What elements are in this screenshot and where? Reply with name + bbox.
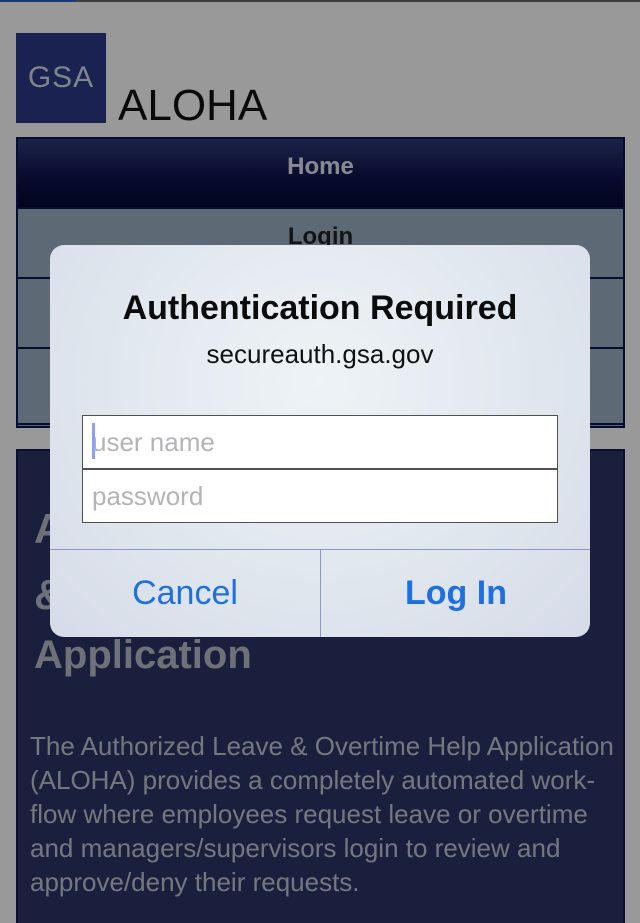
username-input[interactable] xyxy=(82,415,558,469)
dialog-host: secureauth.gsa.gov xyxy=(206,339,434,369)
cancel-button[interactable]: Cancel xyxy=(50,550,320,637)
password-input[interactable] xyxy=(82,469,558,523)
text-caret xyxy=(92,423,95,459)
dialog-title: Authentication Required xyxy=(122,289,518,327)
log-in-button[interactable]: Log In xyxy=(321,550,590,637)
authentication-dialog: Authentication Required secureauth.gsa.g… xyxy=(50,245,590,637)
